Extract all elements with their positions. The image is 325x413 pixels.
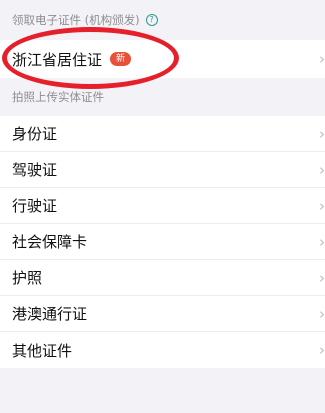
- list-item-label: 驾驶证: [12, 161, 58, 179]
- list-item-label: 社会保障卡: [12, 233, 88, 251]
- chevron-right-icon: ›: [319, 232, 325, 251]
- list-item-social-security-card[interactable]: 社会保障卡 ›: [0, 224, 325, 260]
- physical-cards-group: 身份证 › 驾驶证 › 行驶证 › 社会保障卡 › 护照 › 港澳通行证 › 其…: [0, 116, 325, 368]
- list-item-label: 行驶证: [12, 197, 58, 215]
- chevron-right-icon: ›: [319, 124, 325, 143]
- list-item-hk-macau-permit[interactable]: 港澳通行证 ›: [0, 296, 325, 332]
- chevron-right-icon: ›: [319, 50, 325, 68]
- list-item-other-documents[interactable]: 其他证件 ›: [0, 332, 325, 368]
- section-title-electronic: 领取电子证件 (机构颁发): [12, 13, 140, 27]
- list-item-label: 身份证: [12, 125, 58, 143]
- section-header-upload: 拍照上传实体证件: [0, 78, 325, 116]
- question-circle-icon[interactable]: ?: [145, 14, 158, 26]
- chevron-right-icon: ›: [319, 304, 325, 323]
- chevron-right-icon: ›: [319, 196, 325, 215]
- chevron-right-icon: ›: [319, 341, 325, 359]
- list-item-passport[interactable]: 护照 ›: [0, 260, 325, 296]
- section-title-upload: 拍照上传实体证件: [12, 90, 104, 104]
- list-item-driver-license[interactable]: 驾驶证 ›: [0, 152, 325, 188]
- list-item-label: 浙江省居住证: [12, 50, 103, 69]
- list-item-zhejiang-residence-permit[interactable]: 浙江省居住证 新 ›: [0, 40, 325, 78]
- chevron-right-icon: ›: [319, 268, 325, 287]
- list-item-label: 港澳通行证: [12, 305, 88, 323]
- list-item-label: 其他证件: [12, 341, 73, 360]
- electronic-cards-group: 浙江省居住证 新 ›: [0, 40, 325, 78]
- list-item-id-card[interactable]: 身份证 ›: [0, 116, 325, 152]
- list-item-vehicle-license[interactable]: 行驶证 ›: [0, 188, 325, 224]
- section-header-electronic: 领取电子证件 (机构颁发) ?: [0, 0, 325, 40]
- new-badge: 新: [110, 52, 132, 66]
- chevron-right-icon: ›: [319, 160, 325, 179]
- list-item-label: 护照: [12, 269, 43, 287]
